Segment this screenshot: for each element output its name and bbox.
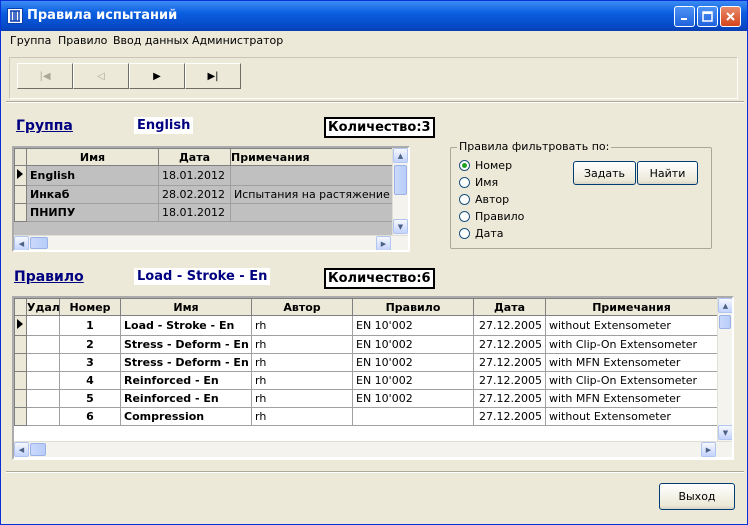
last-icon: ▶|: [207, 70, 219, 82]
radio-author[interactable]: Автор: [459, 193, 509, 206]
col-name[interactable]: Имя: [120, 298, 252, 316]
col-notes[interactable]: Примечания: [230, 148, 393, 166]
rule-count: Количество:6: [324, 268, 435, 289]
scroll-down-icon[interactable]: ▼: [393, 219, 408, 234]
rule-hscroll[interactable]: ◀ ▶: [14, 441, 732, 457]
group-header[interactable]: Группа: [16, 118, 73, 134]
table-row[interactable]: 5 Reinforced - En rh EN 10'002 27.12.200…: [14, 389, 718, 408]
scroll-thumb[interactable]: [394, 165, 407, 195]
group-hscroll[interactable]: ◀ ▶: [14, 235, 408, 250]
prev-icon: ◁: [97, 70, 105, 82]
menu-data-entry[interactable]: Ввод данных: [113, 34, 189, 47]
menu-bar: Группа Правило Ввод данных Администратор: [2, 32, 746, 50]
rule-vscroll[interactable]: ▲ ▼: [717, 298, 732, 441]
col-number[interactable]: Номер: [59, 298, 121, 316]
radio-date[interactable]: Дата: [459, 227, 503, 240]
col-notes[interactable]: Примечания: [545, 298, 718, 316]
first-icon: |◀: [39, 70, 51, 82]
find-button[interactable]: Найти: [637, 161, 698, 185]
group-vscroll[interactable]: ▲ ▼: [392, 148, 408, 235]
group-current: English: [134, 117, 194, 134]
scroll-thumb[interactable]: [30, 443, 46, 456]
col-name[interactable]: Имя: [26, 148, 159, 166]
table-row[interactable]: 6 Compression rh 27.12.2005 without Exte…: [14, 407, 718, 426]
scroll-right-icon[interactable]: ▶: [376, 236, 391, 250]
last-record-button[interactable]: ▶|: [185, 63, 241, 89]
main-window: Правила испытаний Группа Правило Ввод да…: [0, 0, 748, 525]
row-indicator: [14, 315, 27, 336]
scroll-down-icon[interactable]: ▼: [718, 425, 732, 440]
col-date[interactable]: Дата: [473, 298, 546, 316]
row-indicator: [14, 165, 27, 186]
table-row[interactable]: 2 Stress - Deform - En rh EN 10'002 27.1…: [14, 335, 718, 354]
col-date[interactable]: Дата: [158, 148, 231, 166]
table-row[interactable]: 3 Stress - Deform - En rh EN 10'002 27.1…: [14, 353, 718, 372]
table-row[interactable]: 4 Reinforced - En rh EN 10'002 27.12.200…: [14, 371, 718, 390]
col-delete[interactable]: Удал: [26, 298, 60, 316]
col-author[interactable]: Автор: [251, 298, 353, 316]
rule-header[interactable]: Правило: [14, 269, 84, 285]
rule-grid[interactable]: Удал Номер Имя Автор Правило Дата Примеч…: [12, 296, 734, 460]
set-button[interactable]: Задать: [573, 161, 636, 185]
group-table: Имя Дата Примечания English 18.01.2012 И…: [14, 148, 393, 222]
scroll-left-icon[interactable]: ◀: [14, 442, 29, 457]
radio-name[interactable]: Имя: [459, 176, 498, 189]
radio-rule[interactable]: Правило: [459, 210, 524, 223]
separator: [6, 101, 744, 103]
table-row[interactable]: English 18.01.2012: [14, 165, 393, 186]
separator: [6, 471, 744, 473]
group-grid[interactable]: Имя Дата Примечания English 18.01.2012 И…: [12, 146, 410, 252]
scroll-right-icon[interactable]: ▶: [701, 442, 716, 457]
col-rule[interactable]: Правило: [352, 298, 474, 316]
radio-number[interactable]: Номер: [459, 159, 512, 172]
app-icon: [7, 8, 23, 24]
table-row[interactable]: 1 Load - Stroke - En rh EN 10'002 27.12.…: [14, 315, 718, 336]
exit-button[interactable]: Выход: [659, 483, 735, 510]
scroll-up-icon[interactable]: ▲: [718, 298, 732, 313]
title-bar[interactable]: Правила испытаний: [1, 1, 747, 31]
scroll-thumb[interactable]: [30, 237, 48, 249]
maximize-button[interactable]: [697, 6, 718, 27]
filter-label: Правила фильтровать по:: [457, 140, 612, 153]
next-record-button[interactable]: ▶: [129, 63, 185, 89]
table-row[interactable]: ПНИПУ 18.01.2012: [14, 203, 393, 222]
prev-record-button[interactable]: ◁: [73, 63, 129, 89]
next-icon: ▶: [153, 70, 161, 82]
menu-admin[interactable]: Администратор: [192, 34, 283, 47]
menu-rule[interactable]: Правило: [58, 34, 107, 47]
scroll-thumb[interactable]: [719, 315, 731, 329]
minimize-button[interactable]: [674, 6, 695, 27]
rule-table: Удал Номер Имя Автор Правило Дата Примеч…: [14, 298, 718, 426]
scroll-up-icon[interactable]: ▲: [393, 148, 408, 163]
menu-group[interactable]: Группа: [10, 34, 51, 47]
close-button[interactable]: [720, 6, 741, 27]
scroll-left-icon[interactable]: ◀: [14, 236, 29, 250]
window-title: Правила испытаний: [27, 8, 178, 23]
filter-groupbox: Правила фильтровать по: Номер Имя Автор …: [450, 140, 712, 249]
rule-current: Load - Stroke - En: [134, 268, 271, 285]
table-row[interactable]: Инкаб 28.02.2012 Испытания на растяжение: [14, 185, 393, 204]
group-count: Количество:3: [324, 117, 435, 138]
first-record-button[interactable]: |◀: [17, 63, 73, 89]
